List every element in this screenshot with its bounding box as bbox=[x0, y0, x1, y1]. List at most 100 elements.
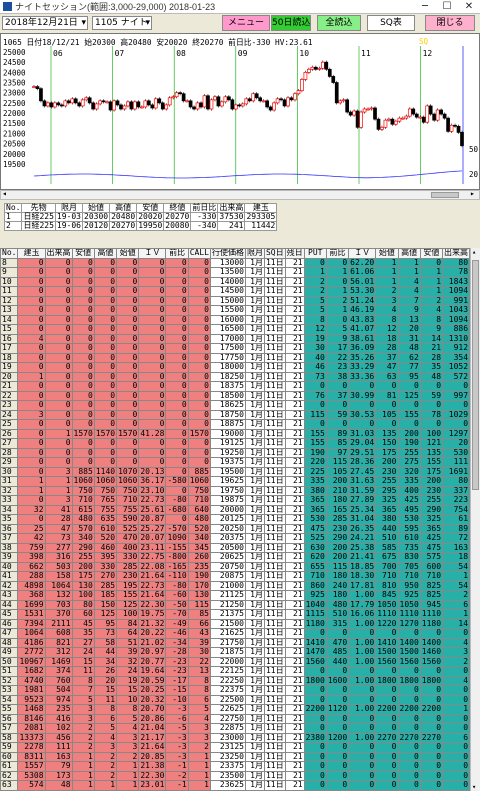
options-row[interactable]: 47 1064 608 35 73 64 20.22 -46 43 21625 1月 11日 21 0 0 0… bbox=[0, 628, 480, 639]
candle[interactable] bbox=[122, 105, 127, 110]
candle[interactable] bbox=[428, 105, 433, 115]
candle[interactable] bbox=[244, 98, 249, 105]
candle[interactable] bbox=[369, 107, 374, 110]
candle[interactable] bbox=[324, 61, 329, 70]
options-row[interactable]: 49 2772 312 24 44 39 20.97 -28 30 21875 1月 11日 21 147… bbox=[0, 647, 480, 658]
options-column-header[interactable]: 始値 bbox=[375, 248, 399, 259]
chevron-down-icon[interactable]: ▾ bbox=[145, 17, 150, 29]
options-row[interactable]: 48 4186 821 27 58 51 21.02 -34 39 21750 1月 11日 21 141… bbox=[0, 637, 480, 648]
date-select[interactable]: 2018年12月21日 ▾ bbox=[2, 16, 88, 30]
options-row[interactable]: 57208110225421.04-53228751月11日2100000002… bbox=[0, 723, 480, 734]
options-column-header[interactable]: ＩＶ bbox=[348, 248, 377, 259]
candle[interactable] bbox=[73, 98, 78, 104]
options-column-header[interactable]: ＩＶ bbox=[138, 248, 167, 259]
candle[interactable] bbox=[230, 99, 235, 110]
options-row[interactable]: 50 10967 1469 15 34 32 20.77 -23 22 22000 1月 11日 21 1… bbox=[0, 656, 480, 667]
candle[interactable] bbox=[101, 100, 106, 103]
scroll-up-icon[interactable]: ▴ bbox=[472, 248, 476, 256]
options-row[interactable]: 1200000000150001月11日215251.243729912530 bbox=[0, 295, 480, 306]
candle[interactable] bbox=[359, 111, 363, 128]
options-row[interactable]: 6115577912121.38-11233751月11日21000000017 bbox=[0, 761, 480, 772]
options-column-header[interactable]: 安値 bbox=[419, 248, 444, 259]
candle[interactable] bbox=[39, 88, 43, 102]
candle[interactable] bbox=[404, 115, 409, 119]
options-row[interactable]: 635744811123.01-11236251月11日21000000041 bbox=[0, 780, 480, 791]
candle[interactable] bbox=[300, 79, 304, 92]
candle[interactable] bbox=[195, 102, 200, 110]
candle[interactable] bbox=[317, 67, 322, 70]
candle[interactable] bbox=[460, 132, 464, 146]
options-row[interactable]: 1300000000155001月11日215146.1949410432444 bbox=[0, 305, 480, 316]
candle[interactable] bbox=[387, 118, 391, 121]
options-row[interactable]: 16 4 0 0 0 0 0 0 0 17000 1月 11日 21 19 9 38.61 18 31 14 1310… bbox=[0, 333, 480, 344]
candle[interactable] bbox=[174, 92, 179, 98]
candle[interactable] bbox=[397, 117, 402, 122]
candle[interactable] bbox=[400, 117, 405, 120]
candle[interactable] bbox=[293, 93, 297, 101]
options-row[interactable]: 62530817312122.30-21235001月11日2100000001… bbox=[0, 770, 480, 781]
candle[interactable] bbox=[126, 101, 130, 107]
candle[interactable] bbox=[216, 96, 221, 107]
candle[interactable] bbox=[331, 76, 336, 83]
candle[interactable] bbox=[303, 72, 308, 80]
candle[interactable] bbox=[240, 103, 245, 107]
options-row[interactable]: 43 368 132 100 185 155 21.64 -60 130 21125 1月 11日 21… bbox=[0, 590, 480, 601]
scroll-thumb[interactable] bbox=[431, 192, 459, 198]
candle[interactable] bbox=[223, 96, 228, 103]
options-row[interactable]: 1400000000160001月11日218043.8381381094379… bbox=[0, 314, 480, 325]
horizontal-scrollbar[interactable]: ◂ ▸ bbox=[0, 189, 480, 200]
candle[interactable] bbox=[59, 104, 64, 107]
options-column-header[interactable]: 前比 bbox=[165, 248, 189, 259]
close-button[interactable]: 閉じる bbox=[425, 15, 475, 31]
candle[interactable] bbox=[411, 108, 416, 115]
candle[interactable] bbox=[185, 100, 189, 103]
candle[interactable] bbox=[355, 110, 360, 128]
options-row[interactable]: 44 1699 703 80 150 125 22.30 -50 115 21250 1月 11日 21… bbox=[0, 599, 480, 610]
options-column-header[interactable]: No. bbox=[0, 248, 19, 259]
options-row[interactable]: 26 0 1 1570 1570 1570 41.28 0 1570 19000 1月 11日 21 15… bbox=[0, 428, 480, 439]
candle[interactable] bbox=[456, 125, 461, 133]
candle[interactable] bbox=[53, 102, 57, 108]
vertical-scrollbar[interactable]: ▴ ▾ bbox=[470, 248, 480, 791]
candle[interactable] bbox=[227, 96, 231, 101]
options-row[interactable]: 54 9523 974 5 11 10 20.32 -10 6 22500 1月 11日 21 0 0 0 0 0… bbox=[0, 694, 480, 705]
options-row[interactable]: 45 1531 370 60 125 100 19.75 -70 85 21375 1月 11日 21 1… bbox=[0, 609, 480, 620]
candle[interactable] bbox=[320, 61, 325, 69]
candle[interactable] bbox=[133, 101, 137, 110]
candle[interactable] bbox=[286, 97, 290, 107]
candle[interactable] bbox=[192, 106, 196, 110]
options-row[interactable]: 17 0 0 0 0 0 0 0 0 17500 1月 11日 21 30 17 36.09 28 48 21 912… bbox=[0, 343, 480, 354]
options-row[interactable]: 20 1 0 0 0 0 0 0 0 18250 1月 11日 21 73 38 33.36 63 95 48 572… bbox=[0, 371, 480, 382]
scroll-right-icon[interactable]: ▸ bbox=[470, 189, 475, 198]
candle[interactable] bbox=[153, 98, 158, 109]
candle[interactable] bbox=[80, 99, 85, 107]
candle[interactable] bbox=[206, 95, 210, 110]
candle[interactable] bbox=[338, 100, 343, 104]
candle[interactable] bbox=[70, 98, 75, 104]
candle[interactable] bbox=[390, 118, 395, 125]
candle[interactable] bbox=[143, 100, 148, 108]
candle[interactable] bbox=[268, 106, 273, 111]
candle[interactable] bbox=[91, 102, 96, 110]
candle[interactable] bbox=[202, 95, 207, 108]
candle[interactable] bbox=[129, 101, 134, 110]
candle[interactable] bbox=[289, 97, 294, 101]
candle[interactable] bbox=[150, 104, 155, 109]
candle[interactable] bbox=[237, 104, 242, 107]
options-row[interactable]: 58 13373 456 2 4 3 21.17 -3 3 23000 1月 11日 21 2380 120… bbox=[0, 732, 480, 743]
options-row[interactable]: 32 1 1 750 750 750 23.10 0 750 19750 1月 11日 21 380 210… bbox=[0, 485, 480, 496]
options-row[interactable]: 60831116312220.85-31232501月11日2100000001… bbox=[0, 751, 480, 762]
candle[interactable] bbox=[220, 101, 224, 107]
candle[interactable] bbox=[209, 99, 214, 110]
candle[interactable] bbox=[275, 98, 280, 104]
options-column-header[interactable]: 出来高 bbox=[44, 248, 73, 259]
maximize-button[interactable]: ☐ bbox=[436, 0, 458, 14]
candle[interactable] bbox=[77, 102, 82, 107]
candle[interactable] bbox=[94, 103, 99, 110]
scroll-down-icon[interactable]: ▾ bbox=[472, 783, 476, 791]
candle[interactable] bbox=[233, 104, 238, 110]
options-row[interactable]: 41 288 158 175 270 230 21.64 -110 190 20875 1月 11日 2… bbox=[0, 571, 480, 582]
candle[interactable] bbox=[310, 66, 315, 70]
read-all-button[interactable]: 全読込 bbox=[317, 15, 361, 31]
candle[interactable] bbox=[136, 101, 141, 108]
